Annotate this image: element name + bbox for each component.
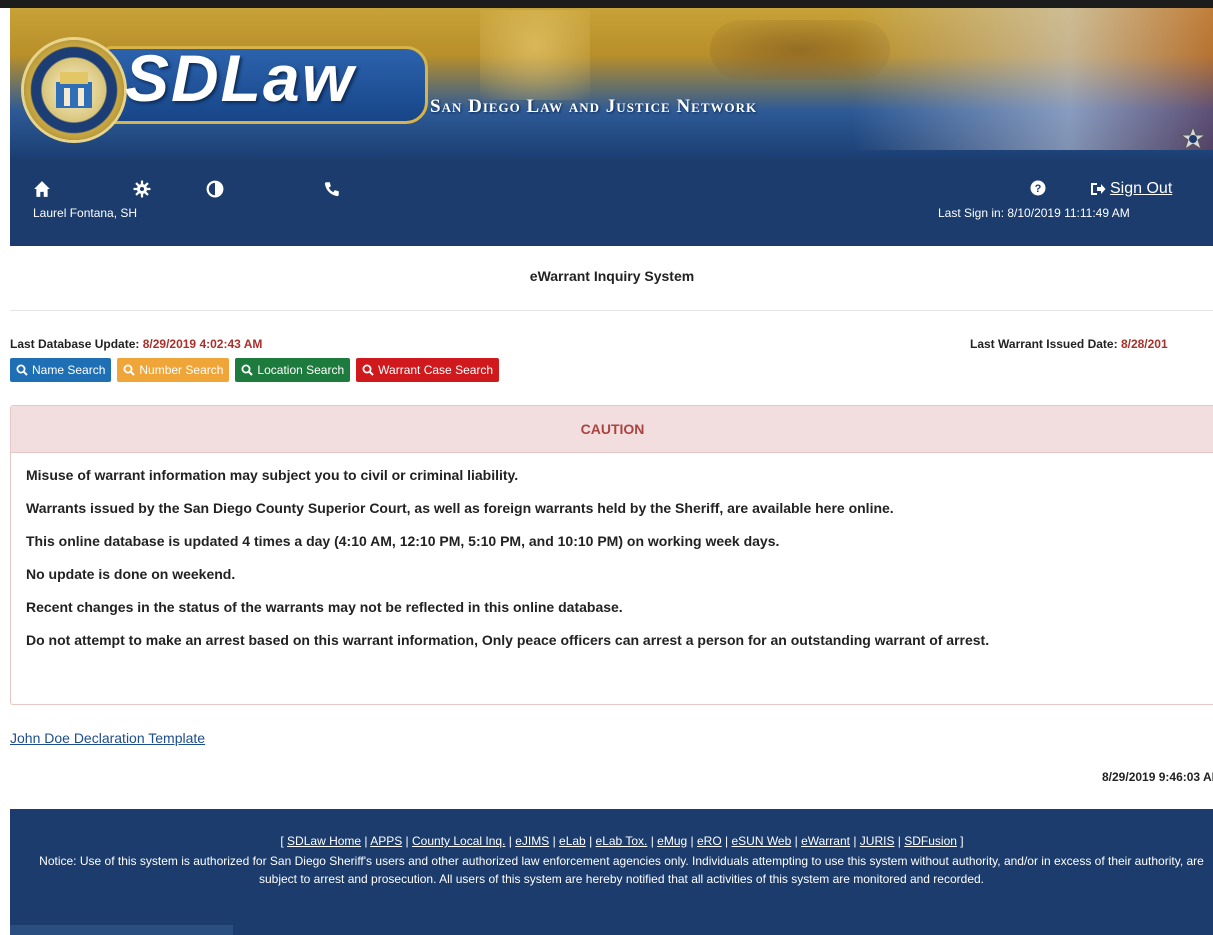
top-strip <box>0 0 1213 8</box>
bracket-close: ] <box>956 834 964 848</box>
search-icon <box>16 364 28 376</box>
footer-link-esun-web[interactable]: eSUN Web <box>731 834 791 848</box>
footer-link-elab-tox[interactable]: eLab Tox. <box>596 834 648 848</box>
footer-link-juris[interactable]: JURIS <box>860 834 895 848</box>
caution-line: Misuse of warrant information may subjec… <box>26 467 519 483</box>
last-sign-in: Last Sign in: 8/10/2019 11:11:49 AM <box>938 206 1130 220</box>
sep: | <box>549 834 560 848</box>
caution-line: Do not attempt to make an arrest based o… <box>26 632 990 648</box>
footer-link-apps[interactable]: APPS <box>370 834 402 848</box>
sheriff-badge-icon <box>1180 126 1206 151</box>
warrant-case-search-label: Warrant Case Search <box>378 363 494 377</box>
sep: | <box>361 834 371 848</box>
divider <box>10 310 1213 311</box>
sep: | <box>647 834 658 848</box>
justice-statue-graphic <box>480 10 590 100</box>
footer-link-emug[interactable]: eMug <box>657 834 687 848</box>
footer-link-county-local-inq[interactable]: County Local Inq. <box>412 834 505 848</box>
footer-link-ewarrant[interactable]: eWarrant <box>801 834 850 848</box>
footer-tab <box>10 925 233 935</box>
db-update-label: Last Database Update: <box>10 337 140 351</box>
sep: | <box>585 834 596 848</box>
db-update-value: 8/29/2019 4:02:43 AM <box>142 337 263 351</box>
sep: | <box>402 834 413 848</box>
location-search-button[interactable]: Location Search <box>235 358 351 382</box>
sep: | <box>721 834 732 848</box>
network-title: San Diego Law and Justice Network <box>430 96 758 117</box>
footer-link-elab[interactable]: eLab <box>559 834 586 848</box>
phone-icon[interactable] <box>323 180 341 198</box>
sep: | <box>505 834 516 848</box>
user-name: Laurel Fontana, SH <box>33 206 138 220</box>
last-database-update: Last Database Update: 8/29/2019 4:02:43 … <box>10 337 262 351</box>
footer-links: [ SDLaw Home | APPS | County Local Inq. … <box>10 834 1213 848</box>
search-icon <box>241 364 254 376</box>
header-banner: SDLaw San Diego Law and Justice Network <box>10 0 1213 158</box>
sign-out-label: Sign Out <box>1110 180 1173 197</box>
sdlaw-logo: SDLaw <box>125 41 356 115</box>
issued-value: 8/28/201 <box>1120 337 1168 351</box>
footer: [ SDLaw Home | APPS | County Local Inq. … <box>10 809 1213 935</box>
name-search-label: Name Search <box>32 363 106 377</box>
search-icon <box>123 364 136 376</box>
caution-title: CAUTION <box>11 406 1213 453</box>
nav-bar: Laurel Fontana, SH ? Sign Out Last Sign … <box>10 158 1213 246</box>
sign-out-link[interactable]: Sign Out <box>1090 180 1172 198</box>
number-search-label: Number Search <box>139 363 224 377</box>
home-icon[interactable] <box>33 180 51 198</box>
svg-text:?: ? <box>1035 183 1042 195</box>
caution-line: Warrants issued by the San Diego County … <box>26 500 894 516</box>
page-title: eWarrant Inquiry System <box>529 268 695 284</box>
contrast-icon[interactable] <box>206 180 224 198</box>
footer-link-sdfusion[interactable]: SDFusion <box>904 834 957 848</box>
location-search-label: Location Search <box>257 363 345 377</box>
sep: | <box>791 834 802 848</box>
caution-body: Misuse of warrant information may subjec… <box>11 453 1213 650</box>
caution-line: No update is done on weekend. <box>26 566 236 582</box>
footer-link-sdlaw-home[interactable]: SDLaw Home <box>287 834 361 848</box>
name-search-button[interactable]: Name Search <box>10 358 112 382</box>
number-search-button[interactable]: Number Search <box>117 358 230 382</box>
footer-link-ejims[interactable]: eJIMS <box>515 834 549 848</box>
sep: | <box>894 834 905 848</box>
caution-line: Recent changes in the status of the warr… <box>26 599 623 615</box>
sep: | <box>687 834 697 848</box>
sign-out-icon <box>1091 183 1106 195</box>
issued-label: Last Warrant Issued Date: <box>970 337 1118 351</box>
help-icon[interactable]: ? <box>1030 180 1046 196</box>
caution-panel: CAUTION Misuse of warrant information ma… <box>10 405 1213 705</box>
last-warrant-issued: Last Warrant Issued Date: 8/28/201 <box>970 337 1168 351</box>
footer-notice: Notice: Use of this system is authorized… <box>39 854 1204 886</box>
gear-icon[interactable] <box>133 180 151 198</box>
caution-line: This online database is updated 4 times … <box>26 533 780 549</box>
footer-link-ero[interactable]: eRO <box>697 834 722 848</box>
sep: | <box>849 834 860 848</box>
warrant-case-search-button[interactable]: Warrant Case Search <box>356 358 500 382</box>
flag-graphic <box>853 0 1213 150</box>
county-seal-icon <box>24 40 124 140</box>
search-button-row: Name Search Number Search Location Searc… <box>10 358 500 382</box>
search-icon <box>362 364 374 376</box>
current-timestamp: 8/29/2019 9:46:03 AI <box>1102 770 1213 784</box>
john-doe-template-link[interactable]: John Doe Declaration Template <box>10 730 205 746</box>
